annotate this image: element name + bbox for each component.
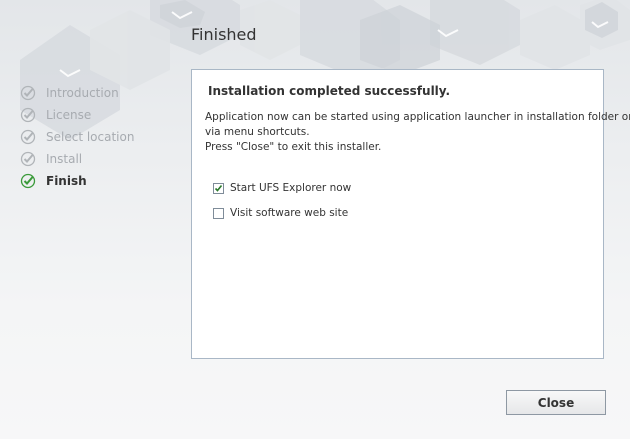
- step-check-icon: [20, 85, 36, 101]
- description-line: Application now can be started using app…: [205, 111, 630, 123]
- checkmark-icon: [214, 184, 223, 192]
- step-check-icon: [20, 173, 36, 189]
- step-license: License: [20, 104, 134, 126]
- panel-heading: Installation completed successfully.: [208, 84, 451, 98]
- visit-web-site-checkbox[interactable]: [213, 207, 224, 219]
- steps-list: Introduction License Select location Ins…: [20, 82, 134, 192]
- visit-web-site-label: Visit software web site: [230, 207, 349, 219]
- close-button[interactable]: Close: [506, 390, 606, 415]
- start-ufs-explorer-label: Start UFS Explorer now: [230, 182, 352, 194]
- page-title: Finished: [191, 25, 257, 44]
- visit-web-site-option[interactable]: Visit software web site: [213, 207, 348, 219]
- step-check-icon: [20, 107, 36, 123]
- description-line: Press "Close" to exit this installer.: [205, 141, 382, 153]
- start-ufs-explorer-checkbox[interactable]: [213, 182, 224, 194]
- content-panel: Installation completed successfully. App…: [191, 69, 630, 359]
- step-label: License: [46, 108, 92, 122]
- step-label: Introduction: [46, 86, 119, 100]
- step-label: Install: [46, 152, 83, 166]
- step-label: Select location: [46, 130, 135, 144]
- panel-description: Application now can be started using app…: [205, 110, 630, 155]
- step-check-icon: [20, 129, 36, 145]
- description-line: via menu shortcuts.: [205, 126, 310, 138]
- step-check-icon: [20, 151, 36, 167]
- step-finish: Finish: [20, 170, 134, 192]
- start-ufs-explorer-option[interactable]: Start UFS Explorer now: [213, 182, 351, 194]
- step-install: Install: [20, 148, 134, 170]
- step-select-location: Select location: [20, 126, 134, 148]
- step-introduction: Introduction: [20, 82, 134, 104]
- step-label: Finish: [46, 174, 87, 188]
